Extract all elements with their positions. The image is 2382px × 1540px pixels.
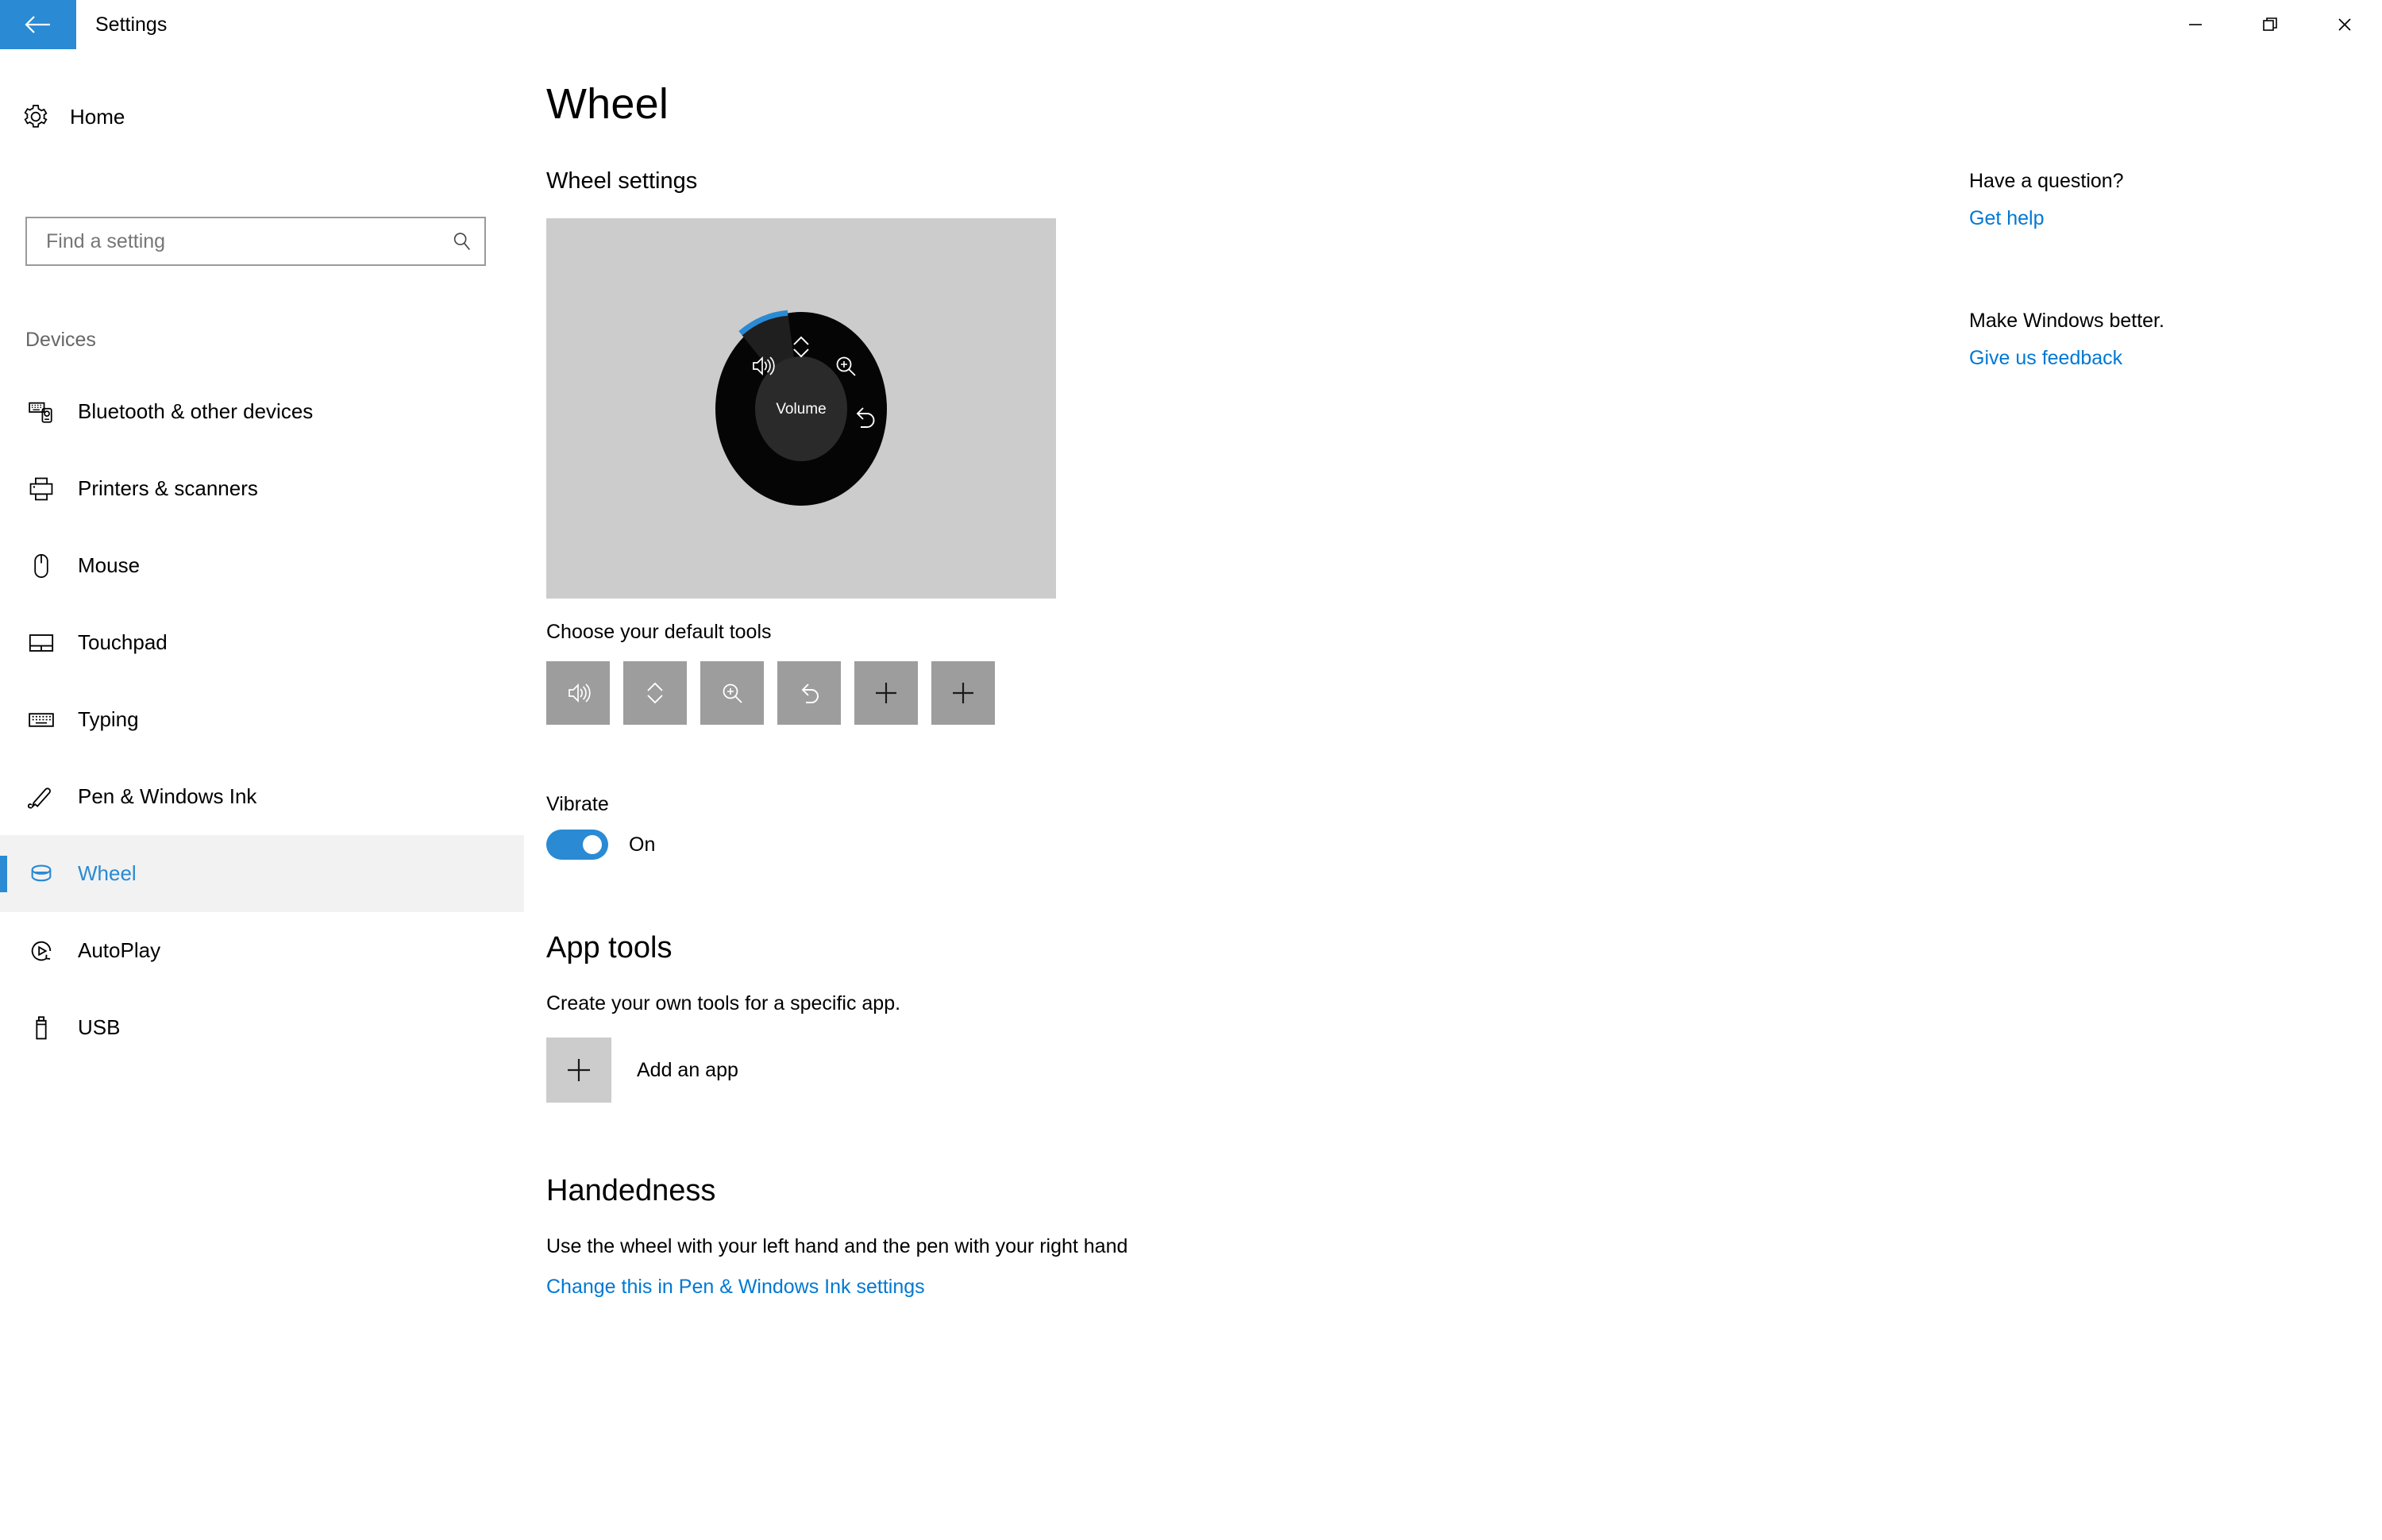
- plus-icon: [568, 1059, 590, 1081]
- mouse-icon: [22, 552, 60, 579]
- handedness-heading: Handedness: [546, 1174, 716, 1207]
- wheel-center-label: Volume: [776, 401, 826, 418]
- make-windows-better-heading: Make Windows better.: [1969, 310, 2164, 332]
- touchpad-icon: [22, 629, 60, 656]
- main-content: Wheel Wheel settings Volume Choose your …: [546, 49, 1817, 1299]
- back-button[interactable]: [0, 0, 76, 49]
- scroll-updown-icon: [647, 682, 663, 704]
- sidebar-item-touchpad[interactable]: Touchpad: [0, 604, 524, 681]
- sidebar-item-mouse[interactable]: Mouse: [0, 527, 524, 604]
- sidebar-nav-list: Bluetooth & other devices Printers & sca…: [0, 373, 524, 1066]
- sidebar-item-label: AutoPlay: [78, 938, 161, 962]
- wheel-icon: [22, 860, 60, 887]
- tool-tile-scroll[interactable]: [623, 661, 687, 725]
- tool-tile-zoom[interactable]: [700, 661, 764, 725]
- tool-tile-add-1[interactable]: [854, 661, 918, 725]
- toggle-knob: [583, 835, 602, 854]
- search-box[interactable]: [25, 217, 486, 266]
- zoom-in-icon: [723, 683, 742, 703]
- tool-tile-add-2[interactable]: [931, 661, 995, 725]
- window-controls: [2158, 0, 2382, 49]
- pen-icon: [22, 783, 60, 810]
- add-app-row: Add an app: [546, 1038, 1817, 1103]
- sidebar-item-label: Typing: [78, 707, 139, 731]
- add-app-label: Add an app: [637, 1058, 738, 1081]
- volume-icon: [569, 683, 591, 703]
- handedness-link[interactable]: Change this in Pen & Windows Ink setting…: [546, 1276, 1817, 1299]
- radial-wheel-graphic: Volume: [715, 310, 887, 506]
- sidebar-item-autoplay[interactable]: AutoPlay: [0, 912, 524, 989]
- default-tools-row: [546, 661, 1817, 725]
- title-bar: Settings: [0, 0, 2382, 49]
- handedness-description: Use the wheel with your left hand and th…: [546, 1235, 1128, 1257]
- search-input[interactable]: [27, 218, 440, 264]
- wheel-preview: Volume: [546, 218, 1056, 599]
- usb-icon: [22, 1014, 60, 1041]
- restore-icon: [2263, 17, 2277, 31]
- sidebar-item-label: Pen & Windows Ink: [78, 784, 257, 808]
- wheel-settings-heading: Wheel settings: [546, 168, 698, 194]
- close-icon: [2338, 18, 2351, 31]
- bluetooth-devices-icon: [22, 398, 60, 425]
- plus-icon: [953, 683, 973, 703]
- right-rail: Have a question? Get help Make Windows b…: [1969, 49, 2350, 370]
- sidebar-group-devices: Devices: [25, 329, 96, 351]
- add-app-button[interactable]: [546, 1038, 611, 1103]
- selection-indicator: [0, 856, 7, 892]
- sidebar-item-typing[interactable]: Typing: [0, 681, 524, 758]
- keyboard-icon: [22, 706, 60, 733]
- app-tools-heading: App tools: [546, 931, 673, 964]
- gear-icon: [22, 103, 59, 130]
- app-title: Settings: [95, 13, 168, 36]
- plus-icon: [876, 683, 896, 703]
- vibrate-state-label: On: [629, 833, 656, 856]
- sidebar-item-label: Printers & scanners: [78, 476, 258, 500]
- sidebar-item-bluetooth-other-devices[interactable]: Bluetooth & other devices: [0, 373, 524, 450]
- minimize-icon: [2189, 24, 2202, 25]
- sidebar-item-label: Touchpad: [78, 630, 168, 654]
- sidebar-item-home-label: Home: [70, 104, 125, 129]
- sidebar: Home Devices Bluetooth & other: [0, 49, 524, 1540]
- app-tools-description: Create your own tools for a specific app…: [546, 992, 901, 1014]
- sidebar-item-home[interactable]: Home: [0, 92, 524, 141]
- sidebar-item-label: Wheel: [78, 861, 137, 885]
- minimize-button[interactable]: [2158, 0, 2233, 49]
- sidebar-item-pen-windows-ink[interactable]: Pen & Windows Ink: [0, 758, 524, 835]
- sidebar-item-wheel[interactable]: Wheel: [0, 835, 524, 912]
- sidebar-item-label: Bluetooth & other devices: [78, 399, 314, 423]
- vibrate-row: On: [546, 830, 1817, 860]
- tool-tile-undo[interactable]: [777, 661, 841, 725]
- back-arrow-icon: [25, 16, 50, 33]
- vibrate-label: Vibrate: [546, 793, 609, 815]
- have-a-question-heading: Have a question?: [1969, 170, 2124, 192]
- tool-tile-volume[interactable]: [546, 661, 610, 725]
- search-icon[interactable]: [440, 230, 484, 252]
- autoplay-icon: [22, 937, 60, 964]
- sidebar-item-usb[interactable]: USB: [0, 989, 524, 1066]
- sidebar-item-label: Mouse: [78, 553, 141, 577]
- printer-icon: [22, 475, 60, 502]
- sidebar-item-label: USB: [78, 1015, 121, 1039]
- vibrate-toggle[interactable]: [546, 830, 608, 860]
- undo-icon: [801, 683, 819, 703]
- page-title: Wheel: [546, 80, 669, 128]
- close-button[interactable]: [2307, 0, 2382, 49]
- get-help-link[interactable]: Get help: [1969, 207, 2350, 230]
- sidebar-item-printers-scanners[interactable]: Printers & scanners: [0, 450, 524, 527]
- give-us-feedback-link[interactable]: Give us feedback: [1969, 347, 2350, 370]
- default-tools-label: Choose your default tools: [546, 621, 772, 643]
- restore-button[interactable]: [2233, 0, 2307, 49]
